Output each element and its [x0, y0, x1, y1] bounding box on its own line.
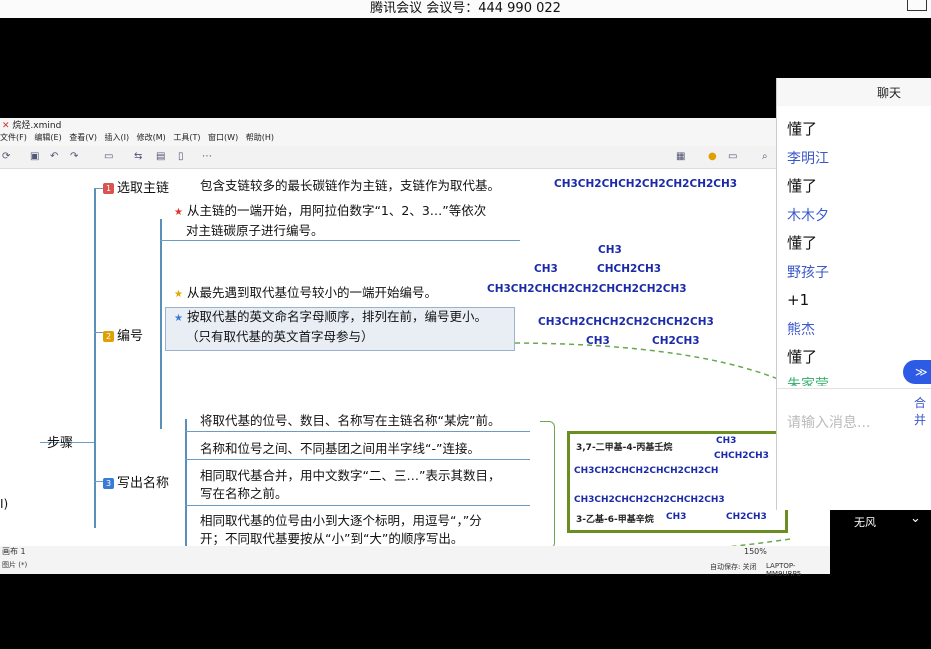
status-bar-secondary: 图片 (*) 自动保存: 关闭 LAPTOP-MM9URP5	[0, 560, 830, 578]
menu-window[interactable]: 窗口(W)	[208, 133, 238, 142]
idea-icon[interactable]: ●	[708, 151, 717, 162]
menu-bar: 文件(F) 编辑(E) 查看(V) 插入(I) 修改(M) 工具(T) 窗口(W…	[0, 132, 830, 146]
chat-title: 聊天	[877, 86, 902, 100]
chat-username[interactable]: 野孩子	[787, 262, 829, 282]
chat-username[interactable]: 熊杰	[787, 319, 815, 339]
menu-view[interactable]: 查看(V)	[69, 133, 97, 142]
menu-edit[interactable]: 编辑(E)	[34, 133, 61, 142]
chat-divider	[777, 388, 931, 389]
toolbar: ⟳ ▣ ↶ ↷ ▭ ⇆ ▤ ▯ ⋯ ▦ ● ▭ ⌕	[0, 146, 830, 169]
undo-icon[interactable]: ↶	[50, 151, 58, 162]
menu-help[interactable]: 帮助(H)	[246, 133, 274, 142]
chat-message: 懂了	[787, 177, 818, 195]
present-icon[interactable]: ▭	[728, 151, 737, 162]
new-icon[interactable]: ⟳	[2, 151, 10, 162]
menu-tools[interactable]: 工具(T)	[173, 133, 200, 142]
chat-header: 聊天	[777, 78, 931, 106]
chat-message: 懂了	[787, 348, 818, 366]
app-titlebar: ✕ 烷烃.xmind	[0, 118, 830, 132]
mindmap-canvas[interactable]: 步骤 I) 1 选取主链 包含支链较多的最长碳链作为主链，支链作为取代基。 CH3…	[0, 169, 830, 546]
chevron-down-icon[interactable]: ⌄	[910, 511, 921, 526]
relationship-icon[interactable]: ▤	[156, 151, 165, 162]
relationship-arrows	[514, 342, 791, 546]
meeting-title: 腾讯会议 会议号：444 990 022	[370, 1, 561, 16]
chat-panel: 聊天 懂了 李明江 懂了 木木夕 懂了 野孩子 +1 熊杰 懂了 朱家莹 合并 …	[776, 78, 931, 510]
chat-message: 懂了	[787, 120, 818, 138]
chat-username[interactable]: 木木夕	[787, 205, 829, 225]
menu-file[interactable]: 文件(F)	[0, 133, 27, 142]
zoom-level[interactable]: 150%	[744, 547, 767, 556]
scroll-to-latest-button[interactable]: ≫	[903, 360, 931, 384]
topic-icon[interactable]: ▭	[104, 151, 113, 162]
summary-icon[interactable]: ▯	[178, 151, 184, 162]
chat-message: 懂了	[787, 234, 818, 252]
autosave-status[interactable]: 自动保存: 关闭	[710, 562, 757, 572]
app-title: 烷烃.xmind	[12, 121, 62, 131]
merge-link[interactable]: 合并	[914, 394, 931, 428]
wind-label: 无风	[854, 516, 876, 529]
redo-icon[interactable]: ↷	[70, 151, 78, 162]
save-icon[interactable]: ▣	[30, 151, 39, 162]
format-icon[interactable]: ▦	[676, 151, 685, 162]
restore-window-button[interactable]	[907, 0, 927, 11]
meeting-bar: 腾讯会议 会议号：444 990 022	[0, 0, 931, 18]
chat-input[interactable]: 请输入消息...	[787, 412, 870, 432]
chat-username[interactable]: 李明江	[787, 148, 829, 168]
search-icon[interactable]: ⌕	[762, 151, 768, 162]
more-icon[interactable]: ⋯	[202, 151, 212, 162]
sheet-label[interactable]: 画布 1	[2, 547, 26, 556]
chat-username-partial[interactable]: 朱家莹	[787, 374, 829, 386]
xmind-logo-icon: ✕	[2, 121, 10, 131]
chat-message: +1	[787, 291, 810, 309]
subtopic-icon[interactable]: ⇆	[134, 151, 142, 162]
image-status: 图片 (*)	[2, 561, 28, 569]
machine-name: LAPTOP-MM9URP5	[766, 562, 802, 578]
status-bar: 画布 1 150%	[0, 546, 830, 560]
menu-insert[interactable]: 插入(I)	[105, 133, 130, 142]
xmind-window: ✕ 烷烃.xmind 文件(F) 编辑(E) 查看(V) 插入(I) 修改(M)…	[0, 118, 830, 578]
menu-modify[interactable]: 修改(M)	[137, 133, 166, 142]
